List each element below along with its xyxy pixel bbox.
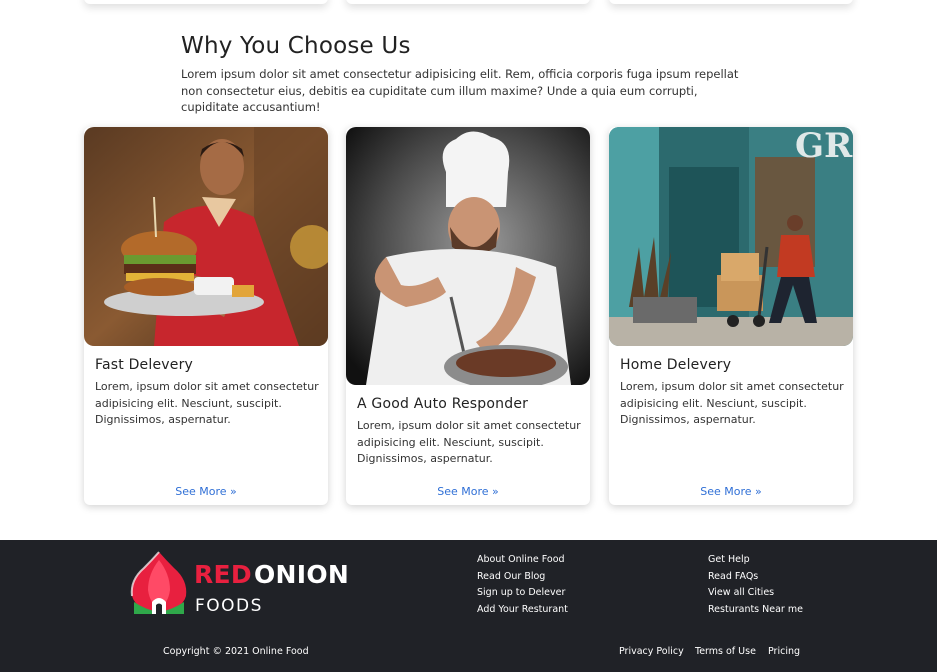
terms-of-use-link[interactable]: Terms of Use: [695, 646, 756, 657]
footer-link-signup[interactable]: Sign up to Delever: [477, 585, 568, 602]
footer-link-help[interactable]: Get Help: [708, 552, 803, 569]
chef-cooking-photo: [346, 127, 590, 385]
card-title: A Good Auto Responder: [357, 396, 529, 412]
footer-link-restaurants-near[interactable]: Resturants Near me: [708, 602, 803, 619]
waiter-burger-photo: [84, 127, 328, 346]
card-title: Fast Delevery: [95, 357, 194, 373]
card-text: Lorem, ipsum dolor sit amet consectetur …: [620, 380, 844, 426]
footer-link-about[interactable]: About Online Food: [477, 552, 568, 569]
footer-link-cities[interactable]: View all Cities: [708, 585, 803, 602]
previous-card-bottom: [609, 0, 853, 4]
see-more-link[interactable]: See More »: [346, 485, 590, 498]
site-footer: RED ONION FOODS About Online Food Read O…: [0, 540, 937, 672]
delivery-man-photo: GR: [609, 127, 853, 346]
footer-link-add-restaurant[interactable]: Add Your Resturant: [477, 602, 568, 619]
privacy-policy-link[interactable]: Privacy Policy: [619, 646, 684, 657]
see-more-link[interactable]: See More »: [84, 485, 328, 498]
brand-name-white: ONION: [254, 560, 350, 589]
feature-card-home-delivery: GR Home Delevery Lorem, ipsum dolor sit …: [609, 127, 853, 505]
footer-link-blog[interactable]: Read Our Blog: [477, 569, 568, 586]
copyright-text: Copyright © 2021 Online Food: [163, 646, 309, 657]
card-text: Lorem, ipsum dolor sit amet consectetur …: [357, 419, 581, 465]
see-more-link[interactable]: See More »: [609, 485, 853, 498]
pricing-link[interactable]: Pricing: [768, 646, 800, 657]
onion-icon: [130, 551, 187, 614]
section-description: Lorem ipsum dolor sit amet consectetur a…: [181, 67, 739, 114]
section-title: Why You Choose Us: [181, 33, 411, 59]
card-title: Home Delevery: [620, 357, 732, 373]
previous-card-bottom: [346, 0, 590, 4]
footer-links-col1: About Online Food Read Our Blog Sign up …: [477, 552, 568, 618]
footer-links-col2: Get Help Read FAQs View all Cities Restu…: [708, 552, 803, 618]
feature-card-auto-responder: A Good Auto Responder Lorem, ipsum dolor…: [346, 127, 590, 505]
brand-subtitle: FOODS: [195, 596, 263, 616]
brand-name-red: RED: [194, 560, 252, 589]
card-text: Lorem, ipsum dolor sit amet consectetur …: [95, 380, 319, 426]
previous-card-bottom: [84, 0, 328, 4]
svg-text:GR: GR: [795, 127, 853, 166]
feature-card-fast-delivery: Fast Delevery Lorem, ipsum dolor sit ame…: [84, 127, 328, 505]
footer-link-faqs[interactable]: Read FAQs: [708, 569, 803, 586]
brand-logo[interactable]: RED ONION FOODS: [128, 550, 358, 616]
